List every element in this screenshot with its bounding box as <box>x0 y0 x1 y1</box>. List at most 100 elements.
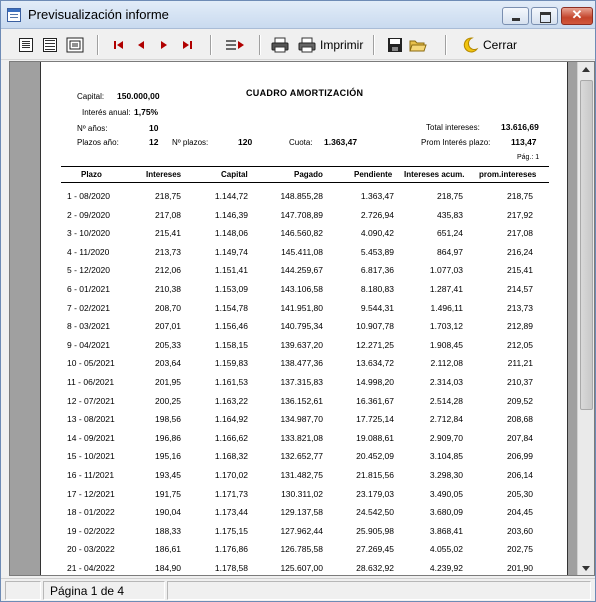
table-cell: 190,04 <box>155 507 181 518</box>
table-cell: 1.908,45 <box>429 339 463 350</box>
table-cell: 13.634,72 <box>356 358 394 369</box>
page-width-button[interactable] <box>43 34 57 56</box>
table-row: 20 - 03/2022 186,61 1.176,86 126.785,58 27.2… <box>41 544 569 563</box>
table-cell: 7 - 02/2021 <box>67 302 111 313</box>
table-cell: 191,75 <box>155 488 181 499</box>
previous-page-button[interactable] <box>136 34 146 56</box>
report-preview-area[interactable]: CUADRO AMORTIZACIÓN Capital: 150.000,00 … <box>9 61 595 576</box>
table-cell: 196,86 <box>155 432 181 443</box>
table-cell: 132.652,77 <box>280 451 323 462</box>
minimize-button[interactable] <box>502 7 529 25</box>
num-plazos-label: Nº plazos: <box>172 138 209 147</box>
prom-interes-value: 113,47 <box>511 137 537 147</box>
table-cell: 202,75 <box>507 544 533 555</box>
table-header-bottom-rule <box>61 182 549 183</box>
next-page-button[interactable] <box>159 34 169 56</box>
table-cell: 201,90 <box>507 563 533 573</box>
table-cell: 1.171,73 <box>214 488 248 499</box>
table-cell: 1.158,15 <box>214 339 248 350</box>
table-cell: 195,16 <box>155 451 181 462</box>
maximize-button[interactable] <box>531 7 558 25</box>
table-cell: 5.453,89 <box>360 246 394 257</box>
table-cell: 2 - 09/2020 <box>67 209 111 220</box>
go-to-page-button[interactable] <box>225 34 245 56</box>
column-header: prom.intereses <box>479 170 537 179</box>
table-cell: 1 - 08/2020 <box>67 191 111 201</box>
table-row: 10 - 05/2021 203,64 1.159,83 138.477,36 13.6… <box>41 358 569 377</box>
cuota-value: 1.363,47 <box>324 137 358 147</box>
table-cell: 1.161,53 <box>214 377 248 387</box>
close-window-button[interactable]: ✕ <box>561 7 593 25</box>
column-header: Plazo <box>81 170 102 179</box>
table-cell: 21.815,56 <box>356 470 394 480</box>
table-cell: 210,37 <box>507 377 533 387</box>
toolbar-separator <box>373 35 375 55</box>
table-cell: 1.164,92 <box>214 414 248 425</box>
last-page-button[interactable] <box>181 34 193 56</box>
first-page-button[interactable] <box>113 34 125 56</box>
table-cell: 4.090,42 <box>360 228 394 239</box>
vertical-scrollbar[interactable] <box>577 62 594 575</box>
table-cell: 1.176,86 <box>214 544 248 555</box>
table-cell: 193,45 <box>155 470 181 480</box>
table-cell: 1.153,09 <box>214 284 248 294</box>
table-cell: 17 - 12/2021 <box>67 488 115 499</box>
save-button[interactable] <box>387 34 403 56</box>
title-bar[interactable]: Previsualización informe ✕ <box>1 1 595 29</box>
num-plazos-value: 120 <box>238 137 253 147</box>
table-cell: 218,75 <box>507 191 533 201</box>
table-cell: 4 - 11/2020 <box>67 246 110 257</box>
status-bar: Página 1 de 4 <box>1 578 595 601</box>
printer-setup-button[interactable] <box>271 34 289 56</box>
table-cell: 14.998,20 <box>356 377 394 387</box>
print-button[interactable]: Imprimir <box>298 34 363 56</box>
table-cell: 215,41 <box>507 265 533 276</box>
table-cell: 1.156,46 <box>214 321 248 332</box>
table-cell: 14 - 09/2021 <box>67 432 115 443</box>
table-cell: 204,45 <box>507 507 533 518</box>
scroll-up-icon[interactable] <box>582 67 590 72</box>
column-header: Intereses acum. <box>404 170 465 179</box>
table-cell: 1.363,47 <box>360 191 394 201</box>
table-cell: 3.298,30 <box>429 470 463 480</box>
report-title: CUADRO AMORTIZACIÓN <box>246 88 364 98</box>
table-cell: 12 - 07/2021 <box>67 395 115 406</box>
table-cell: 2.314,03 <box>429 377 463 387</box>
table-cell: 125.607,00 <box>280 563 323 573</box>
table-cell: 27.269,45 <box>356 544 394 555</box>
table-cell: 215,41 <box>155 228 181 239</box>
close-report-button[interactable]: Cerrar <box>461 34 517 56</box>
table-cell: 13 - 08/2021 <box>67 414 115 425</box>
toolbar-separator <box>97 35 99 55</box>
scroll-down-icon[interactable] <box>582 566 590 571</box>
table-cell: 19 - 02/2022 <box>67 525 115 536</box>
table-cell: 140.795,34 <box>280 321 323 332</box>
plazos-ano-label: Plazos año: <box>77 138 119 147</box>
table-cell: 212,89 <box>507 321 533 332</box>
one-page-button[interactable] <box>19 34 33 56</box>
table-cell: 1.077,03 <box>429 265 463 276</box>
table-cell: 6.817,36 <box>360 265 394 276</box>
printer-setup-icon <box>271 37 289 53</box>
table-cell: 3.680,09 <box>429 507 463 518</box>
table-cell: 1.170,02 <box>214 470 248 480</box>
interes-label: Interés anual: <box>82 108 131 117</box>
table-cell: 3 - 10/2020 <box>67 228 111 239</box>
table-cell: 8 - 03/2021 <box>67 321 111 332</box>
first-page-icon <box>114 41 123 49</box>
table-cell: 133.821,08 <box>280 432 323 443</box>
page-width-icon <box>43 38 57 52</box>
table-cell: 12.271,25 <box>356 339 394 350</box>
anos-value: 10 <box>149 123 159 133</box>
scrollbar-thumb[interactable] <box>580 80 593 410</box>
table-cell: 209,52 <box>507 395 533 406</box>
open-button[interactable] <box>409 34 427 56</box>
table-cell: 1.144,72 <box>214 191 248 201</box>
table-row: 1 - 08/2020 218,75 1.144,72 148.855,28 1.363… <box>41 191 569 210</box>
status-cell-empty <box>5 581 41 600</box>
zoom-button[interactable] <box>66 34 84 56</box>
table-row: 7 - 02/2021 208,70 1.154,78 141.951,80 9.544… <box>41 303 569 322</box>
table-cell: 205,33 <box>155 339 181 350</box>
table-cell: 207,01 <box>155 321 181 332</box>
report-icon <box>7 8 21 22</box>
